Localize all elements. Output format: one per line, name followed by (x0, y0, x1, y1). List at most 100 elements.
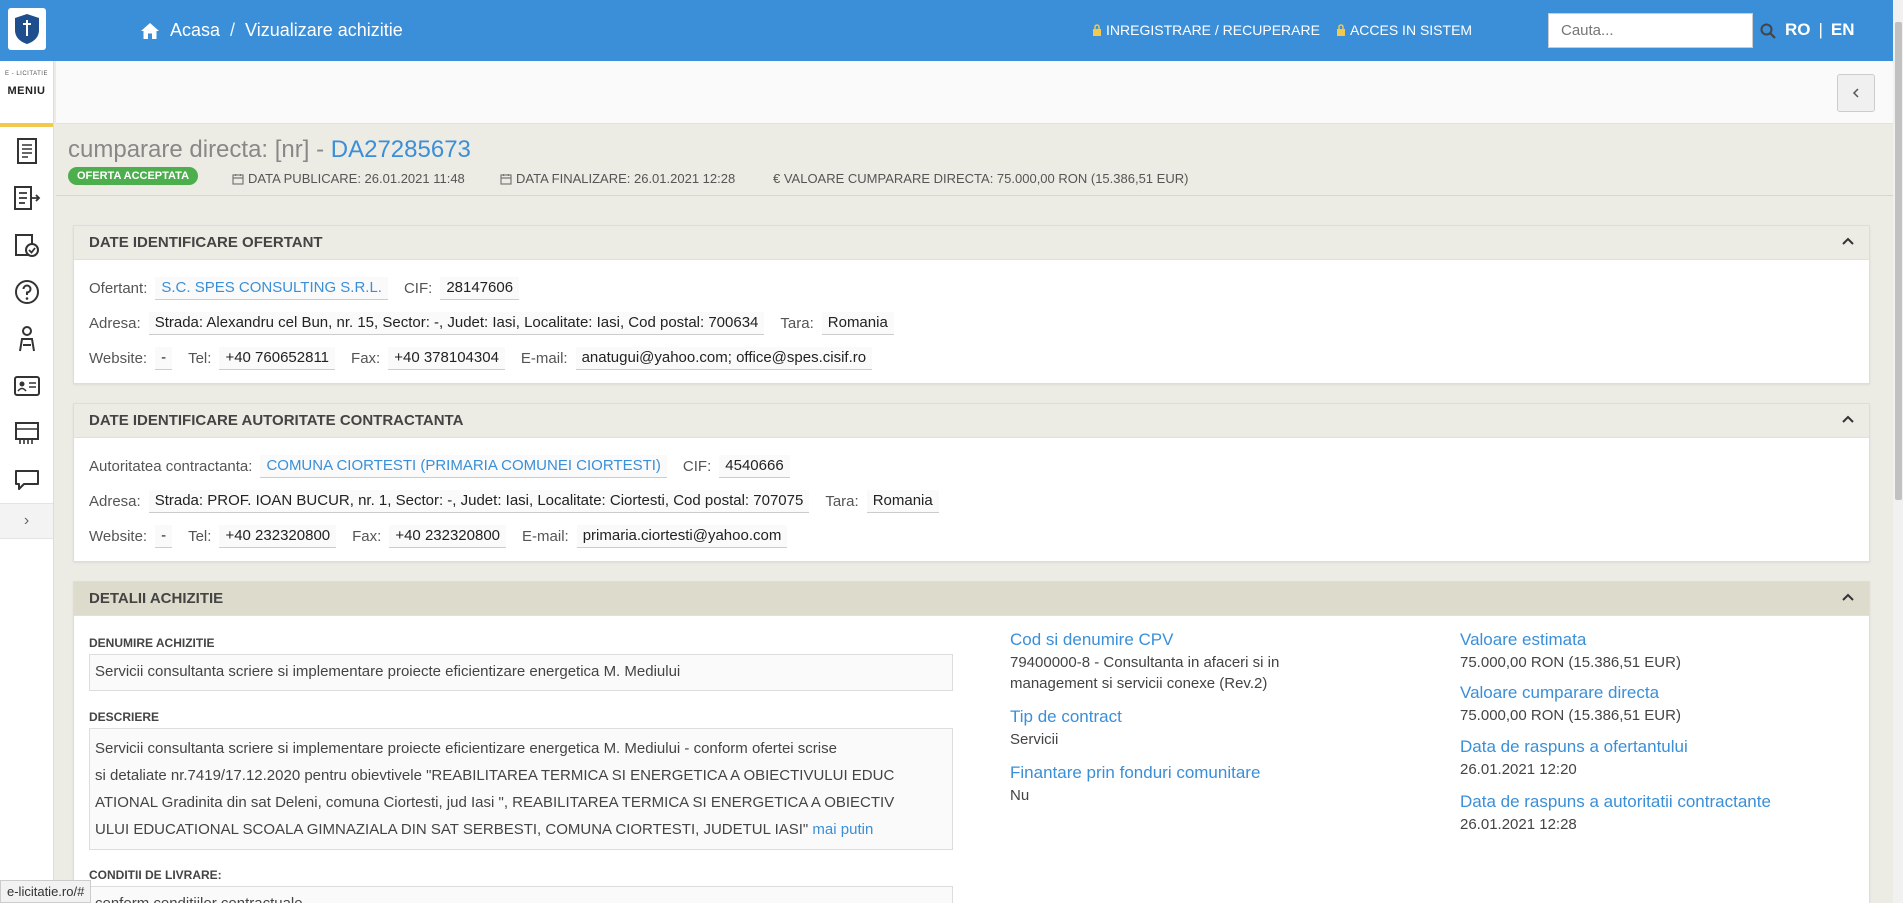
bidder-row-name: Ofertant: S.C. SPES CONSULTING S.R.L. CI… (89, 277, 527, 300)
sidebar-item-list-export[interactable] (0, 174, 53, 221)
chat-icon (14, 469, 39, 490)
label-email: E-mail: (522, 528, 569, 545)
conditii-label: CONDITII DE LIVRARE: (89, 868, 222, 882)
cpv-line: management si servicii conexe (Rev.2) (1010, 675, 1268, 692)
home-icon[interactable] (140, 22, 160, 40)
lang-separator: | (1818, 20, 1823, 39)
bidder-fax: +40 378104304 (388, 347, 505, 370)
bidder-panel-header[interactable]: DATE IDENTIFICARE OFERTANT (74, 226, 1869, 260)
collapse-panel-button[interactable] (1837, 74, 1875, 112)
sidebar-brand-text: E - LICITATIE (5, 71, 48, 77)
authority-row-contact: Website: - Tel: +40 232320800 Fax: +40 2… (89, 525, 795, 548)
lang-ro[interactable]: RO (1785, 20, 1811, 40)
bidder-row-address: Adresa: Strada: Alexandru cel Bun, nr. 1… (89, 312, 902, 335)
label-adresa: Adresa: (89, 493, 141, 510)
descriere-line: ATIONAL Gradinita din sat Deleni, comuna… (95, 794, 895, 811)
sidebar-item-help[interactable] (0, 268, 53, 315)
id-card-icon (13, 375, 40, 396)
sidebar-item-checklist[interactable] (0, 221, 53, 268)
shield-logo-icon (15, 14, 39, 44)
authority-name-link[interactable]: COMUNA CIORTESTI (PRIMARIA COMUNEI CIORT… (260, 455, 667, 478)
sidebar-item-documents[interactable] (0, 127, 53, 174)
cpv-line: 79400000-8 - Consultanta in afaceri si i… (1010, 654, 1280, 671)
publish-date: DATA PUBLICARE: 26.01.2021 11:48 (232, 171, 465, 186)
chevron-up-icon[interactable] (1841, 236, 1855, 246)
document-icon (16, 137, 37, 164)
search-box (1548, 13, 1776, 48)
chevron-up-icon[interactable] (1841, 414, 1855, 424)
label-adresa: Adresa: (89, 315, 141, 332)
bidder-row-contact: Website: - Tel: +40 760652811 Fax: +40 3… (89, 347, 880, 370)
lock-icon (1093, 24, 1101, 36)
label-website: Website: (89, 528, 148, 545)
bidder-response-title: Data de raspuns a ofertantului (1460, 737, 1688, 756)
sidebar-item-user-support[interactable] (0, 315, 53, 362)
logo[interactable] (8, 8, 46, 50)
details-panel-header[interactable]: DETALII ACHIZITIE (74, 582, 1869, 616)
bidder-website: - (155, 347, 173, 370)
lang-en[interactable]: EN (1831, 20, 1855, 40)
eu-funds-value: Nu (1010, 787, 1030, 804)
final-date-text: DATA FINALIZARE: 26.01.2021 12:28 (516, 171, 736, 186)
calendar-icon (232, 173, 244, 185)
user-support-icon (18, 325, 35, 351)
content-toolbar (56, 61, 1893, 124)
scrollbar-thumb[interactable] (1895, 22, 1902, 500)
page-title: cumparare directa: [nr] - DA27285673 (68, 136, 471, 164)
label-website: Website: (89, 350, 148, 367)
eu-funds-title: Finantare prin fonduri comunitare (1010, 763, 1261, 782)
estimated-value-title: Valoare estimata (1460, 630, 1587, 649)
search-button[interactable] (1760, 14, 1776, 47)
label-autoritate: Autoritatea contractanta: (89, 458, 253, 475)
authority-fax: +40 232320800 (389, 525, 507, 548)
label-cif: CIF: (403, 280, 433, 297)
label-tara: Tara: (825, 493, 859, 510)
breadcrumb-separator: / (230, 20, 236, 40)
descriere-line-last: ULUI EDUCATIONAL SCOALA GIMNAZIALA DIN S… (95, 816, 947, 843)
breadcrumb-current: Vizualizare achizitie (245, 20, 403, 40)
label-ofertant: Ofertant: (89, 280, 148, 297)
label-cif: CIF: (682, 458, 712, 475)
procurement-header: cumparare directa: [nr] - DA27285673 OFE… (56, 124, 1893, 196)
sidebar-item-catalog[interactable] (0, 409, 53, 456)
label-tel: Tel: (188, 350, 212, 367)
status-badge: OFERTA ACCEPTATA (68, 167, 199, 185)
procurement-details-panel: DETALII ACHIZITIE DENUMIRE ACHIZITIE Ser… (73, 581, 1870, 903)
final-date: DATA FINALIZARE: 26.01.2021 12:28 (500, 171, 735, 186)
page-scrollbar[interactable] (1893, 0, 1903, 903)
sidebar-item-messages[interactable] (0, 456, 53, 503)
login-label: ACCES IN SISTEM (1349, 22, 1473, 38)
direct-purchase-value-text: € VALOARE CUMPARARE DIRECTA: 75.000,00 R… (773, 171, 1189, 186)
authority-response-title: Data de raspuns a autoritatii contractan… (1460, 792, 1771, 811)
authority-row-name: Autoritatea contractanta: COMUNA CIORTES… (89, 455, 798, 478)
show-less-link[interactable]: mai putin (812, 821, 873, 838)
authority-address: Strada: PROF. IOAN BUCUR, nr. 1, Sector:… (148, 490, 810, 513)
direct-purchase-value: € VALOARE CUMPARARE DIRECTA: 75.000,00 R… (773, 171, 1188, 186)
chevron-up-icon[interactable] (1841, 592, 1855, 602)
denumire-label: DENUMIRE ACHIZITIE (89, 636, 215, 650)
top-bar: Acasa / Vizualizare achizitie INREGISTRA… (0, 0, 1903, 61)
list-export-icon (13, 185, 40, 210)
label-tara: Tara: (780, 315, 814, 332)
cpv-value: 79400000-8 - Consultanta in afaceri si i… (1010, 652, 1279, 694)
bidder-panel: DATE IDENTIFICARE OFERTANT Ofertant: S.C… (73, 225, 1870, 384)
label-tel: Tel: (188, 528, 212, 545)
authority-response-date: 26.01.2021 12:28 (1460, 816, 1577, 833)
bidder-name-link[interactable]: S.C. SPES CONSULTING S.R.L. (155, 277, 388, 300)
breadcrumb-home[interactable]: Acasa (170, 20, 220, 41)
register-link[interactable]: INREGISTRARE / RECUPERARE (1092, 22, 1320, 38)
publish-date-text: DATA PUBLICARE: 26.01.2021 11:48 (248, 171, 465, 186)
search-input[interactable] (1549, 14, 1760, 47)
authority-panel-header[interactable]: DATE IDENTIFICARE AUTORITATE CONTRACTANT… (74, 404, 1869, 438)
cpv-title: Cod si denumire CPV (1010, 630, 1174, 649)
bidder-address: Strada: Alexandru cel Bun, nr. 15, Secto… (148, 312, 765, 335)
bidder-panel-title: DATE IDENTIFICARE OFERTANT (89, 234, 323, 251)
descriere-label: DESCRIERE (89, 710, 160, 724)
sidebar-brand[interactable]: E - LICITATIE MENIU (0, 61, 53, 127)
authority-row-address: Adresa: Strada: PROF. IOAN BUCUR, nr. 1,… (89, 490, 947, 513)
login-link[interactable]: ACCES IN SISTEM (1336, 22, 1472, 38)
sidebar-expand-button[interactable]: › (0, 503, 53, 539)
clipboard-check-icon (14, 233, 39, 257)
sidebar-item-id-card[interactable] (0, 362, 53, 409)
bidder-cif: 28147606 (440, 277, 520, 300)
